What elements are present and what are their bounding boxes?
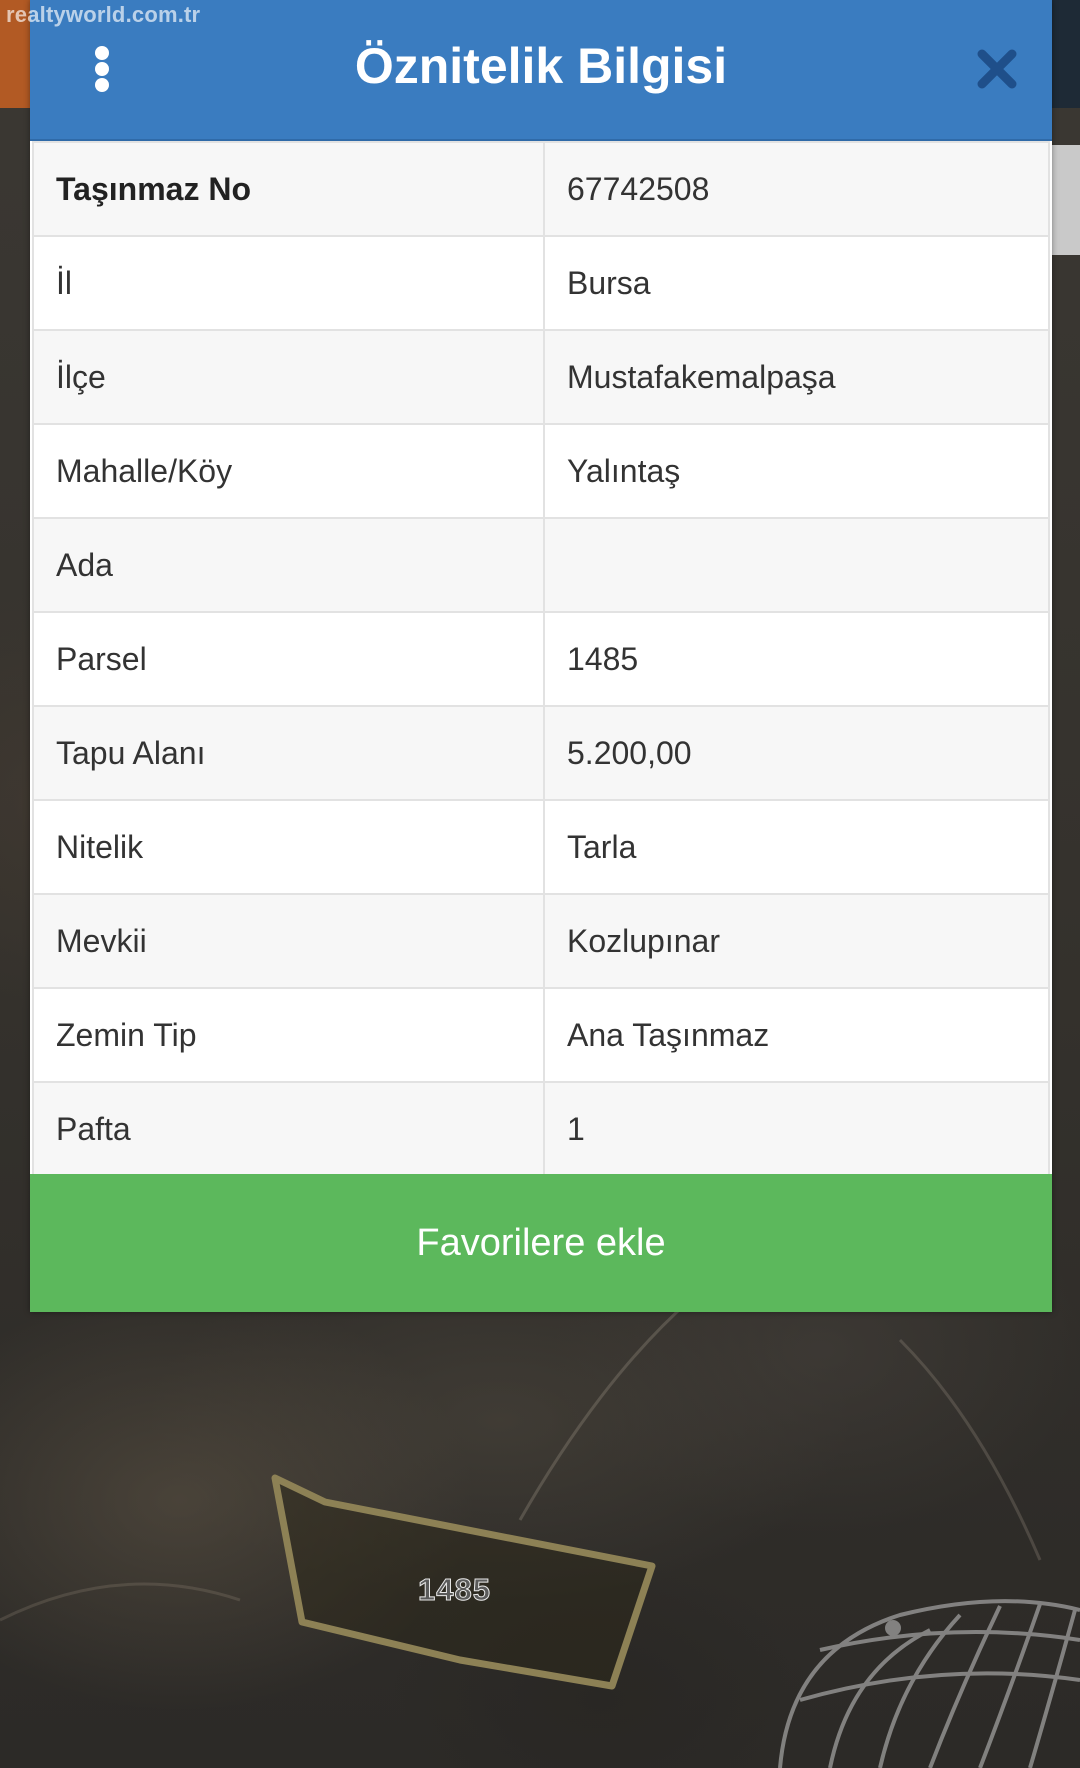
attribute-label: Mahalle/Köy bbox=[32, 423, 545, 519]
attribute-value: 67742508 bbox=[543, 141, 1050, 237]
attribute-label: Nitelik bbox=[32, 799, 545, 895]
watermark: realtyworld.com.tr bbox=[6, 2, 201, 27]
attribute-value: 1485 bbox=[543, 611, 1050, 707]
table-row: Mahalle/Köy Yalıntaş bbox=[32, 423, 1050, 519]
attribute-label: Parsel bbox=[32, 611, 545, 707]
table-row: Ada bbox=[32, 517, 1050, 613]
table-row: İl Bursa bbox=[32, 235, 1050, 331]
attribute-label: Ada bbox=[32, 517, 545, 613]
attribute-table: Taşınmaz No 67742508 İl Bursa İlçe Mustafakem… bbox=[32, 141, 1050, 1177]
table-row: Nitelik Tarla bbox=[32, 799, 1050, 895]
attribute-value: 5.200,00 bbox=[543, 705, 1050, 801]
table-row: Pafta 1 bbox=[32, 1081, 1050, 1177]
parcel-number-label: 1485 bbox=[418, 1572, 491, 1608]
table-row: Parsel 1485 bbox=[32, 611, 1050, 707]
attribute-label: Tapu Alanı bbox=[32, 705, 545, 801]
attribute-label: Pafta bbox=[32, 1081, 545, 1177]
close-icon[interactable] bbox=[976, 48, 1018, 90]
table-row: Taşınmaz No 67742508 bbox=[32, 141, 1050, 237]
attribute-label: İl bbox=[32, 235, 545, 331]
attribute-value bbox=[543, 517, 1050, 613]
globe-logo-icon bbox=[778, 1599, 1080, 1768]
attribute-value: 1 bbox=[543, 1081, 1050, 1177]
table-row: Tapu Alanı 5.200,00 bbox=[32, 705, 1050, 801]
attribute-info-dialog: Öznitelik Bilgisi Taşınmaz No 67742508 İl B… bbox=[30, 0, 1052, 1312]
attribute-label: Taşınmaz No bbox=[32, 141, 545, 237]
attribute-label: Zemin Tip bbox=[32, 987, 545, 1083]
attribute-value: Mustafakemalpaşa bbox=[543, 329, 1050, 425]
table-row: Zemin Tip Ana Taşınmaz bbox=[32, 987, 1050, 1083]
attribute-value: Kozlupınar bbox=[543, 893, 1050, 989]
attribute-label: İlçe bbox=[32, 329, 545, 425]
table-row: İlçe Mustafakemalpaşa bbox=[32, 329, 1050, 425]
table-row: Mevkii Kozlupınar bbox=[32, 893, 1050, 989]
dialog-title: Öznitelik Bilgisi bbox=[354, 38, 728, 94]
attribute-value: Tarla bbox=[543, 799, 1050, 895]
attribute-value: Yalıntaş bbox=[543, 423, 1050, 519]
attribute-value: Bursa bbox=[543, 235, 1050, 331]
attribute-label: Mevkii bbox=[32, 893, 545, 989]
add-to-favorites-button[interactable]: Favorilere ekle bbox=[30, 1174, 1052, 1312]
attribute-value: Ana Taşınmaz bbox=[543, 987, 1050, 1083]
